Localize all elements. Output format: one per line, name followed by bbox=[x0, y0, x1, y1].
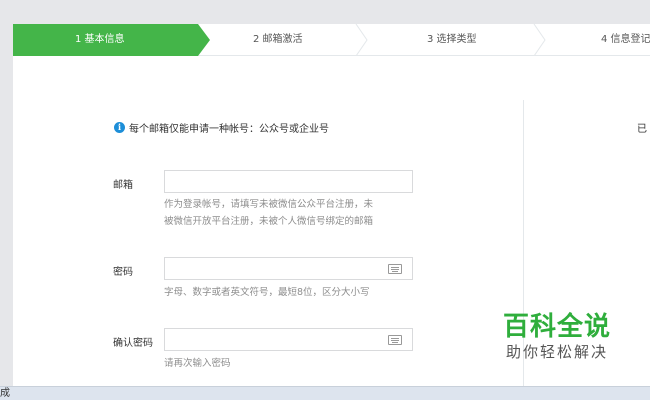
email-hint: 作为登录帐号，请填写未被微信公众平台注册，未 被微信开放平台注册，未被个人微信号… bbox=[164, 196, 424, 230]
watermark-logo: 百科全说 助你轻松解决 bbox=[482, 312, 632, 362]
notice-text: 每个邮箱仅能申请一种帐号：公众号或企业号 bbox=[129, 124, 329, 135]
step-basic-info: 1 基本信息 bbox=[75, 34, 125, 45]
info-icon: i bbox=[114, 122, 125, 133]
browser-status-bar: 成 bbox=[0, 386, 650, 400]
confirm-password-hint: 请再次输入密码 bbox=[164, 358, 231, 369]
side-panel-text: 已 bbox=[637, 124, 647, 135]
email-hint-line-2: 被微信开放平台注册，未被个人微信号绑定的邮箱 bbox=[164, 216, 374, 227]
status-text: 成 bbox=[0, 388, 10, 399]
email-field[interactable] bbox=[164, 170, 413, 193]
watermark-subtitle: 助你轻松解决 bbox=[505, 343, 608, 361]
email-hint-line-1: 作为登录帐号，请填写未被微信公众平台注册，未 bbox=[164, 199, 374, 210]
step-email-activation: 2 邮箱激活 bbox=[253, 34, 303, 45]
password-field[interactable] bbox=[164, 257, 413, 280]
step-choose-type: 3 选择类型 bbox=[427, 34, 477, 45]
step-active-arrow bbox=[198, 24, 210, 56]
confirm-password-field[interactable] bbox=[164, 328, 413, 351]
step-info-registration: 4 信息登记 bbox=[601, 34, 650, 45]
keyboard-icon[interactable] bbox=[388, 335, 402, 345]
step-separator bbox=[355, 24, 368, 56]
password-label: 密码 bbox=[113, 267, 133, 278]
email-label: 邮箱 bbox=[113, 180, 133, 191]
account-notice: i 每个邮箱仅能申请一种帐号：公众号或企业号 bbox=[114, 120, 329, 135]
confirm-password-label: 确认密码 bbox=[113, 338, 153, 349]
step-progress-bar: 1 基本信息 2 邮箱激活 3 选择类型 4 信息登记 bbox=[13, 24, 650, 56]
step-separator bbox=[533, 24, 546, 56]
password-hint: 字母、数字或者英文符号，最短8位，区分大小写 bbox=[164, 287, 370, 298]
keyboard-icon[interactable] bbox=[388, 264, 402, 274]
watermark-title: 百科全说 bbox=[502, 312, 611, 342]
